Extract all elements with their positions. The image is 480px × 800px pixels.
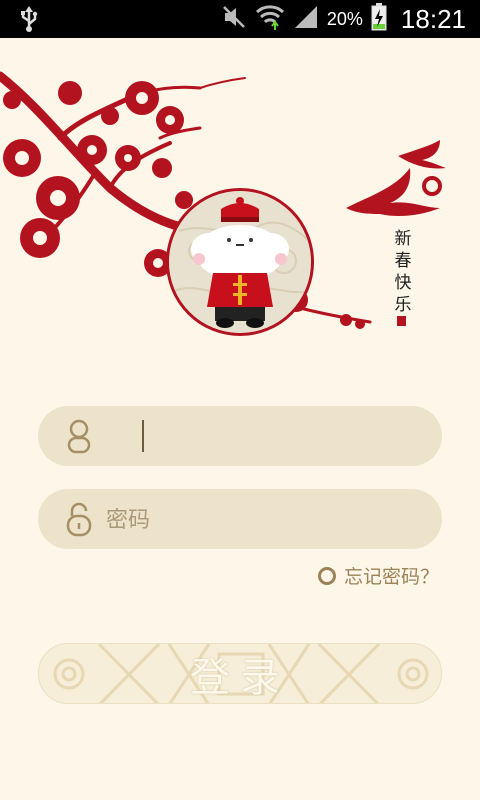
hero-illustration: 新 春 快 乐 [0, 38, 480, 358]
forgot-password-link[interactable]: 忘记密码？ [318, 562, 439, 589]
signal-icon [293, 4, 319, 34]
battery-percent: 20% [326, 8, 363, 29]
greeting-char: 新 [394, 229, 412, 249]
status-bar: 20% 18:21 [0, 0, 480, 38]
login-button[interactable]: 登录 [38, 643, 442, 704]
greeting-char: 乐 [394, 295, 412, 315]
radio-circle-icon[interactable] [318, 566, 336, 585]
username-input[interactable] [104, 414, 428, 460]
user-icon [67, 419, 91, 454]
greeting-char: 春 [394, 251, 412, 271]
forgot-password-label[interactable]: 忘记密码？ [344, 562, 439, 589]
greeting-char: 快 [394, 273, 412, 293]
username-field[interactable] [38, 406, 442, 466]
new-year-greeting: 新 春 快 乐 [392, 228, 414, 316]
mascot-avatar [166, 188, 314, 336]
battery-icon [371, 3, 387, 35]
mute-icon [221, 4, 247, 34]
usb-icon [18, 6, 40, 36]
red-seal-stamp [397, 316, 406, 326]
wifi-icon [255, 3, 285, 35]
password-input[interactable] [104, 497, 428, 543]
password-field[interactable] [38, 489, 442, 549]
swallow-birds [346, 140, 446, 216]
lock-icon [66, 502, 92, 537]
login-button-label[interactable]: 登录 [39, 644, 441, 703]
clock: 18:21 [400, 3, 466, 34]
